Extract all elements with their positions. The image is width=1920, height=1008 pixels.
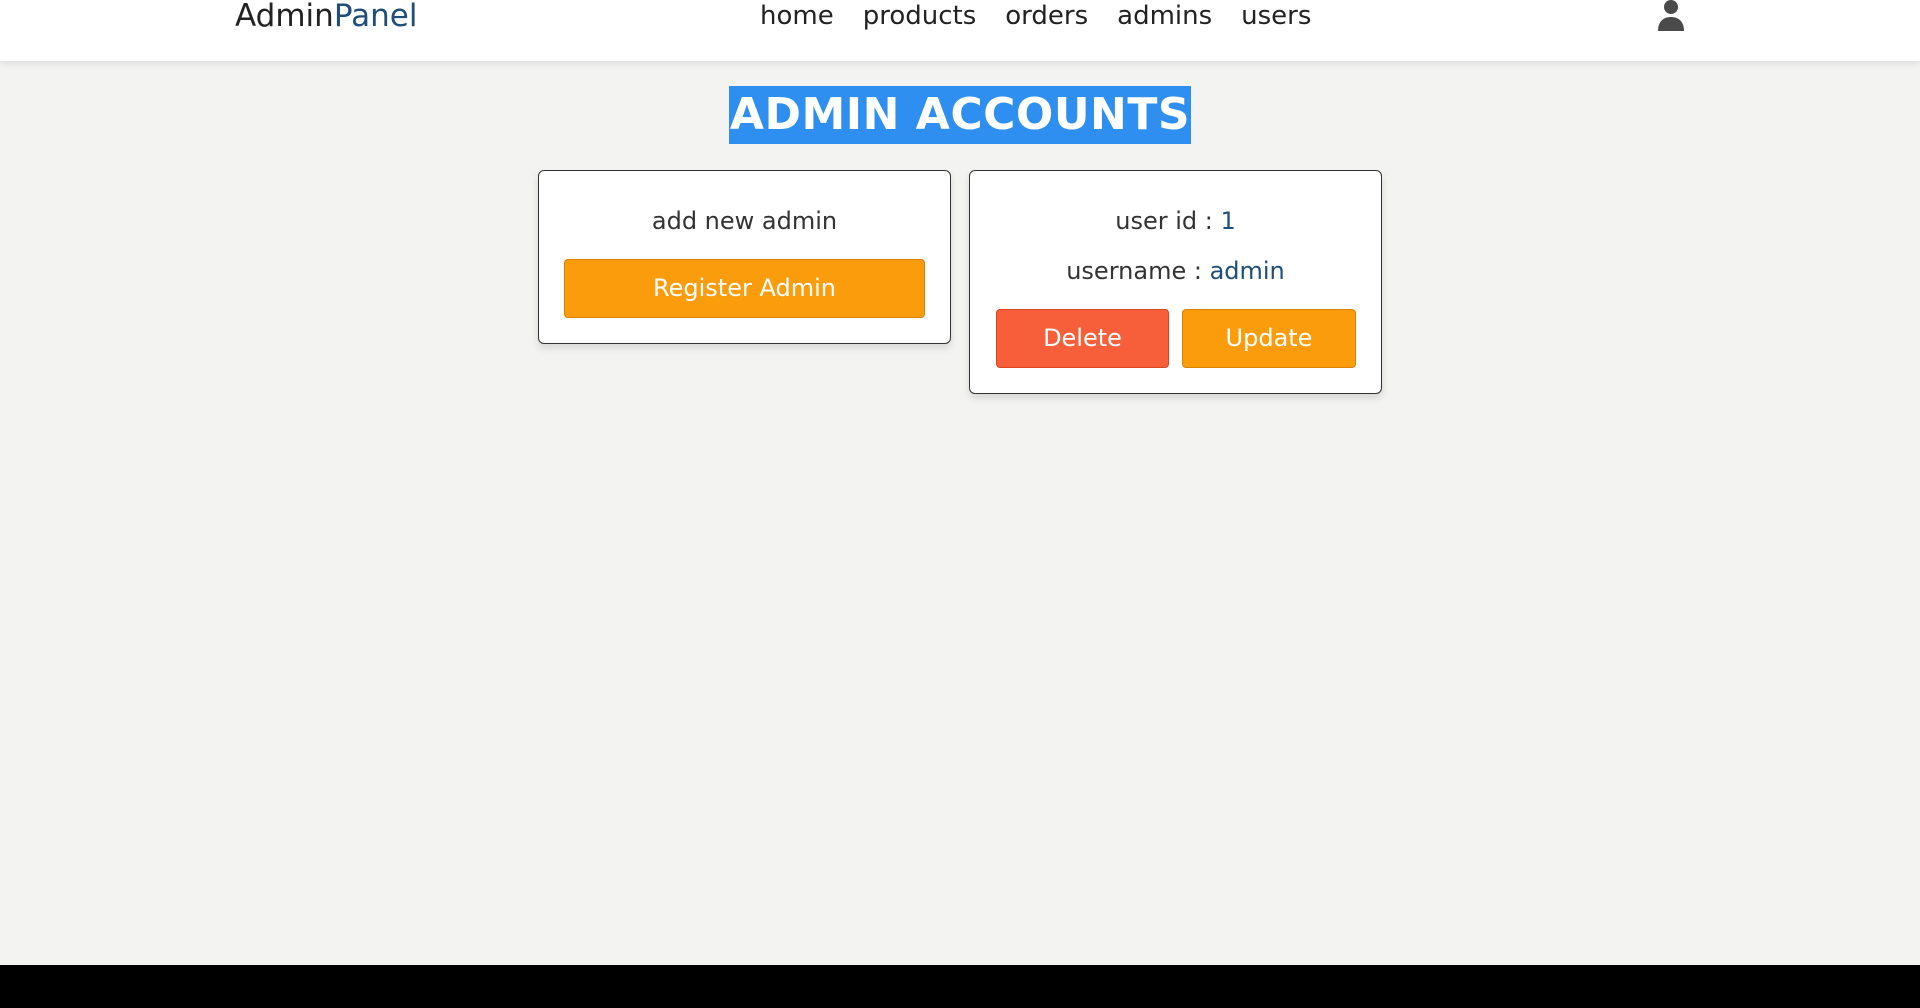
nav-link-orders[interactable]: orders — [1005, 0, 1088, 36]
page: AdminPanel home products orders admins u… — [0, 0, 1920, 1008]
title-row: ADMIN ACCOUNTS — [0, 86, 1920, 144]
user-icon[interactable] — [1656, 0, 1686, 32]
username-label: username : — [1066, 257, 1210, 285]
user-id-value: 1 — [1220, 207, 1236, 235]
main-nav: home products orders admins users — [760, 0, 1311, 36]
admin-account-card: user id : 1 username : admin Delete Upda… — [969, 170, 1382, 394]
logo-accent: Panel — [333, 0, 418, 34]
logo-main: Admin — [235, 0, 334, 34]
delete-button[interactable]: Delete — [996, 309, 1169, 368]
nav-link-users[interactable]: users — [1241, 0, 1311, 36]
nav-link-products[interactable]: products — [863, 0, 977, 36]
username-row: username : admin — [970, 255, 1381, 287]
register-admin-button[interactable]: Register Admin — [564, 259, 925, 318]
username-value: admin — [1209, 257, 1285, 285]
update-button[interactable]: Update — [1182, 309, 1356, 368]
page-title: ADMIN ACCOUNTS — [728, 86, 1192, 144]
bottom-black-bar — [0, 965, 1920, 1008]
logo[interactable]: AdminPanel — [235, 0, 417, 36]
add-admin-text: add new admin — [651, 207, 838, 235]
user-id-row: user id : 1 — [970, 205, 1381, 237]
nav-link-admins[interactable]: admins — [1117, 0, 1212, 36]
add-admin-card: add new admin Register Admin — [538, 170, 951, 344]
user-id-label: user id : — [1115, 207, 1221, 235]
nav-link-home[interactable]: home — [760, 0, 834, 36]
top-header: AdminPanel home products orders admins u… — [0, 0, 1920, 61]
